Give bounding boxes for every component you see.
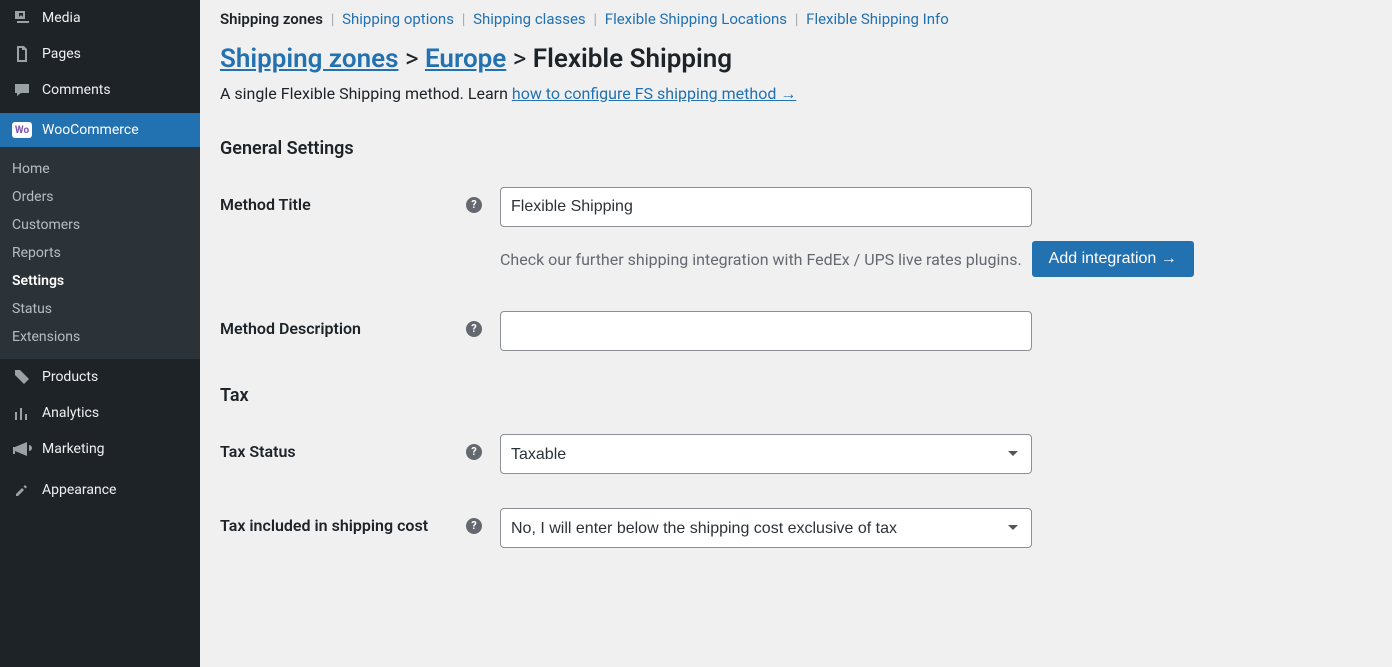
subtab-flexible-locations[interactable]: Flexible Shipping Locations <box>605 10 787 28</box>
marketing-icon <box>12 439 32 459</box>
sidebar-submenu-woocommerce: Home Orders Customers Reports Settings S… <box>0 147 200 359</box>
admin-sidebar: Media Pages Comments Wo WooCommerce Home… <box>0 0 200 667</box>
sidebar-item-label: Media <box>42 10 81 26</box>
input-method-description[interactable] <box>500 311 1032 351</box>
sidebar-sub-home[interactable]: Home <box>0 155 200 183</box>
section-title-tax: Tax <box>220 385 1372 406</box>
sidebar-item-comments[interactable]: Comments <box>0 72 200 108</box>
intro-link[interactable]: how to configure FS shipping method → <box>512 84 796 103</box>
current-arrow-icon <box>200 122 208 138</box>
product-icon <box>12 367 32 387</box>
help-icon[interactable]: ? <box>466 321 482 337</box>
label-method-description: Method Description <box>220 319 361 338</box>
breadcrumb-method: Flexible Shipping <box>533 44 732 74</box>
appearance-icon <box>12 480 32 500</box>
breadcrumb: Shipping zones > Europe > Flexible Shipp… <box>220 40 1372 84</box>
label-tax-status: Tax Status <box>220 442 296 461</box>
help-icon[interactable]: ? <box>466 444 482 460</box>
woo-icon: Wo <box>12 122 32 138</box>
sidebar-item-label: Analytics <box>42 405 99 421</box>
sidebar-item-label: Pages <box>42 46 81 62</box>
select-tax-status[interactable]: Taxable <box>500 434 1032 474</box>
integration-hint: Check our further shipping integration w… <box>500 250 1022 269</box>
sidebar-sub-extensions[interactable]: Extensions <box>0 323 200 351</box>
sidebar-item-analytics[interactable]: Analytics <box>0 395 200 431</box>
media-icon <box>12 8 32 28</box>
help-icon[interactable]: ? <box>466 518 482 534</box>
intro-text: A single Flexible Shipping method. Learn… <box>220 84 1372 124</box>
sidebar-item-label: Marketing <box>42 441 105 457</box>
row-method-title: Method Title ? Check our further shippin… <box>220 187 1372 277</box>
subtab-shipping-zones[interactable]: Shipping zones <box>220 10 323 28</box>
sidebar-item-label: WooCommerce <box>42 122 139 138</box>
sidebar-sub-customers[interactable]: Customers <box>0 211 200 239</box>
help-icon[interactable]: ? <box>466 197 482 213</box>
sidebar-item-label: Comments <box>42 82 111 98</box>
subtab-flexible-info[interactable]: Flexible Shipping Info <box>806 10 949 28</box>
sidebar-item-woocommerce[interactable]: Wo WooCommerce <box>0 113 200 147</box>
sidebar-sub-status[interactable]: Status <box>0 295 200 323</box>
sidebar-sub-settings[interactable]: Settings <box>0 267 200 295</box>
page-icon <box>12 44 32 64</box>
sidebar-item-media[interactable]: Media <box>0 0 200 36</box>
subtab-shipping-classes[interactable]: Shipping classes <box>473 10 586 28</box>
analytics-icon <box>12 403 32 423</box>
sidebar-item-label: Appearance <box>42 482 116 498</box>
main-content: Shipping zones | Shipping options | Ship… <box>200 0 1392 667</box>
sidebar-item-label: Products <box>42 369 98 385</box>
row-tax-status: Tax Status ? Taxable <box>220 434 1372 474</box>
select-tax-included[interactable]: No, I will enter below the shipping cost… <box>500 508 1032 548</box>
sidebar-item-marketing[interactable]: Marketing <box>0 431 200 467</box>
section-title-general: General Settings <box>220 138 1372 159</box>
sidebar-sub-reports[interactable]: Reports <box>0 239 200 267</box>
sidebar-item-appearance[interactable]: Appearance <box>0 472 200 508</box>
comment-icon <box>12 80 32 100</box>
row-method-description: Method Description ? <box>220 311 1372 351</box>
shipping-subtabs: Shipping zones | Shipping options | Ship… <box>220 2 1372 40</box>
breadcrumb-zone-europe[interactable]: Europe <box>425 44 506 74</box>
add-integration-button[interactable]: Add integration → <box>1032 241 1194 277</box>
input-method-title[interactable] <box>500 187 1032 227</box>
sidebar-item-pages[interactable]: Pages <box>0 36 200 72</box>
label-tax-included: Tax included in shipping cost <box>220 516 428 535</box>
label-method-title: Method Title <box>220 195 311 214</box>
breadcrumb-zones[interactable]: Shipping zones <box>220 44 398 74</box>
subtab-shipping-options[interactable]: Shipping options <box>342 10 454 28</box>
row-tax-included: Tax included in shipping cost ? No, I wi… <box>220 508 1372 548</box>
sidebar-sub-orders[interactable]: Orders <box>0 183 200 211</box>
sidebar-item-products[interactable]: Products <box>0 359 200 395</box>
